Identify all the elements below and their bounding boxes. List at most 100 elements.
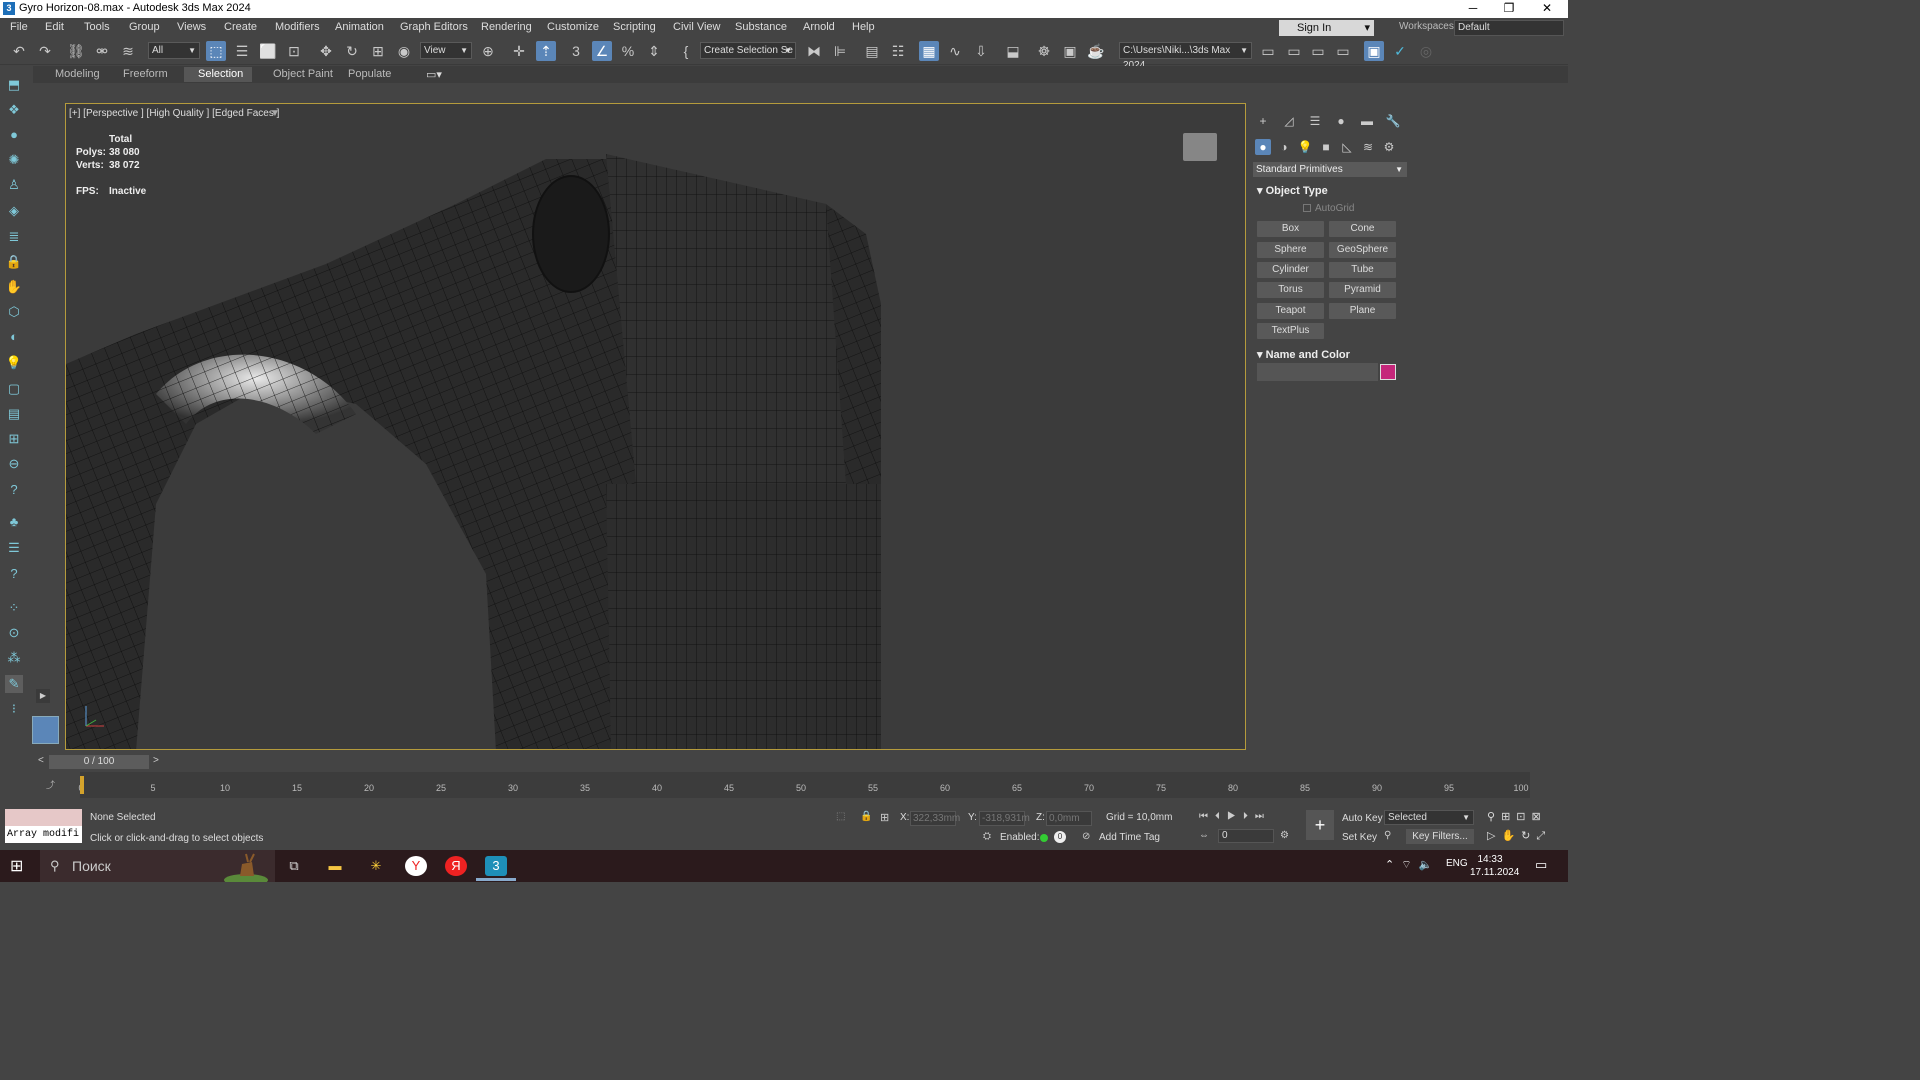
select-by-name-icon[interactable]: ☰: [232, 41, 252, 61]
orbit-icon[interactable]: ⊙: [5, 624, 23, 642]
time-configuration-icon[interactable]: ⚙: [1280, 830, 1289, 841]
maxscript-listener-input[interactable]: Array modifi: [5, 826, 82, 843]
systems-icon[interactable]: ⚙: [1381, 139, 1397, 155]
y-coordinate-field[interactable]: -318,931m: [979, 811, 1030, 826]
restore-button[interactable]: ❐: [1502, 1, 1516, 15]
zoom-extents-all-icon[interactable]: ⊠: [1532, 811, 1547, 823]
tube-button[interactable]: Tube: [1329, 262, 1396, 278]
field-of-view-icon[interactable]: ▷: [1487, 830, 1501, 842]
layer-explorer-icon[interactable]: ☷: [888, 41, 908, 61]
maximize-viewport-icon[interactable]: ⤢: [1536, 830, 1551, 842]
menu-views[interactable]: Views: [177, 21, 206, 33]
app-sun-icon[interactable]: ✳: [365, 856, 387, 876]
language-indicator[interactable]: ENG: [1446, 858, 1468, 869]
absolute-mode-icon[interactable]: ⊞: [880, 811, 889, 824]
window-crossing-icon[interactable]: ⊡: [284, 41, 304, 61]
grid-icon[interactable]: ⊞: [5, 430, 23, 448]
add-time-tag[interactable]: Add Time Tag: [1099, 832, 1160, 843]
create-project-icon[interactable]: ▭: [1308, 41, 1328, 61]
hierarchy-tab-icon[interactable]: ☰: [1307, 113, 1323, 129]
hand-icon[interactable]: ✋: [5, 278, 23, 296]
time-tag-icon[interactable]: 0: [1054, 831, 1066, 843]
dots-icon[interactable]: ⁝: [5, 700, 23, 718]
lights-icon[interactable]: 💡: [1297, 139, 1313, 155]
link-icon[interactable]: ⛓: [66, 41, 86, 61]
pyramid-button[interactable]: Pyramid: [1329, 282, 1396, 298]
curve-editor-icon[interactable]: ∿: [945, 41, 965, 61]
menu-animation[interactable]: Animation: [335, 21, 384, 33]
name-color-rollout-header[interactable]: ▾ Name and Color: [1257, 348, 1350, 361]
box-button[interactable]: Box: [1257, 221, 1324, 237]
rendered-frame-window-icon[interactable]: ▣: [1060, 41, 1080, 61]
auto-key-button[interactable]: Auto Key: [1342, 811, 1383, 826]
utilities-tab-icon[interactable]: 🔧: [1385, 113, 1401, 129]
category-dropdown[interactable]: Standard Primitives ▼: [1253, 162, 1407, 177]
zoom-extents-icon[interactable]: ⊡: [1516, 811, 1531, 823]
motion-tab-icon[interactable]: ●: [1333, 113, 1349, 129]
layer-icon[interactable]: ▤: [5, 405, 23, 423]
play-icon[interactable]: ▶: [1227, 811, 1243, 822]
pivot-center-icon[interactable]: ⊕: [478, 41, 498, 61]
project-settings-icon[interactable]: ▭: [1333, 41, 1353, 61]
zoom-all-icon[interactable]: ⊞: [1501, 811, 1516, 823]
go-to-start-icon[interactable]: ⏮: [1199, 811, 1215, 822]
z-coordinate-field[interactable]: 0,0mm: [1046, 811, 1092, 826]
character-icon[interactable]: ♙: [5, 176, 23, 194]
cameras-icon[interactable]: ■: [1318, 139, 1334, 155]
close-button[interactable]: ✕: [1540, 1, 1554, 15]
key-filter-icon[interactable]: ⚲: [1384, 830, 1391, 841]
task-view-icon[interactable]: ⧉: [283, 856, 305, 876]
isolate-icon[interactable]: ◈: [5, 202, 23, 220]
key-mode-toggle-icon[interactable]: ⇔: [1199, 830, 1209, 841]
cylinder-button[interactable]: Cylinder: [1257, 262, 1324, 278]
menu-customize[interactable]: Customize: [547, 21, 599, 33]
brush-icon[interactable]: ✎: [5, 675, 23, 693]
file-explorer-icon[interactable]: ▬: [324, 856, 346, 876]
named-selection-dropdown[interactable]: Create Selection Se ▼: [700, 42, 796, 59]
schematic-view-icon[interactable]: ⇩: [971, 41, 991, 61]
reference-coordinate-dropdown[interactable]: View ▼: [420, 42, 472, 59]
sun-icon[interactable]: ✺: [5, 151, 23, 169]
tab-freeform[interactable]: Freeform: [123, 68, 168, 80]
menu-scripting[interactable]: Scripting: [613, 21, 656, 33]
project-path-dropdown[interactable]: C:\Users\Niki...\3ds Max 2024▼: [1119, 42, 1252, 71]
move-icon[interactable]: ✥: [316, 41, 336, 61]
help-icon[interactable]: ?: [5, 481, 23, 499]
menu-help[interactable]: Help: [852, 21, 875, 33]
menu-arnold[interactable]: Arnold: [803, 21, 835, 33]
selection-lock-icon[interactable]: 🔒: [860, 811, 872, 822]
perspective-viewport[interactable]: [65, 103, 1246, 750]
open-project-icon[interactable]: ▭: [1284, 41, 1304, 61]
scene-objects-icon[interactable]: ❖: [5, 101, 23, 119]
helpers-icon[interactable]: ◺: [1339, 139, 1355, 155]
bind-space-warp-icon[interactable]: ≋: [118, 41, 138, 61]
autogrid-checkbox[interactable]: AutoGrid: [1303, 203, 1354, 214]
frame-icon[interactable]: ▢: [5, 380, 23, 398]
menu-icon[interactable]: ☰: [5, 539, 23, 557]
geosphere-button[interactable]: GeoSphere: [1329, 242, 1396, 258]
viewcube[interactable]: [1183, 133, 1217, 161]
object-name-field[interactable]: [1257, 363, 1378, 381]
volume-icon[interactable]: 🔈: [1419, 859, 1440, 871]
orbit-icon[interactable]: ↻: [1521, 830, 1536, 842]
network-icon[interactable]: ⌔: [1401, 859, 1418, 871]
save-icon[interactable]: ▣: [1364, 41, 1384, 61]
prev-frame-arrow-icon[interactable]: <: [38, 755, 44, 766]
rectangular-selection-icon[interactable]: ⬜: [258, 41, 278, 61]
menu-modifiers[interactable]: Modifiers: [275, 21, 320, 33]
viewport-layout-icon[interactable]: [32, 716, 59, 744]
next-frame-icon[interactable]: ⏵: [1243, 811, 1255, 822]
menu-rendering[interactable]: Rendering: [481, 21, 532, 33]
project-folder-icon[interactable]: ▭: [1258, 41, 1278, 61]
notifications-icon[interactable]: ▭: [1535, 857, 1547, 873]
isolate-selection-icon[interactable]: ⬚: [836, 811, 845, 822]
display-tab-icon[interactable]: ▬: [1359, 113, 1375, 129]
set-key-button[interactable]: Set Key: [1342, 830, 1377, 845]
steering-icon[interactable]: ⊖: [5, 455, 23, 473]
bulb-icon[interactable]: 💡: [5, 354, 23, 372]
menu-file[interactable]: File: [10, 21, 28, 33]
yandex-icon[interactable]: Я: [445, 856, 467, 876]
menu-tools[interactable]: Tools: [84, 21, 110, 33]
modify-tab-icon[interactable]: ◿: [1281, 113, 1297, 129]
previous-frame-icon[interactable]: ⏴: [1215, 811, 1227, 822]
